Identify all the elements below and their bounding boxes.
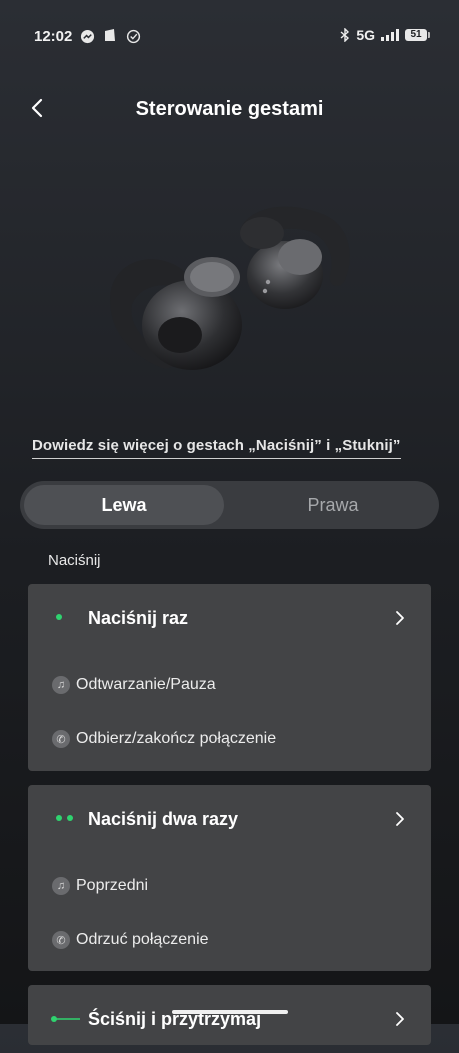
action-row: ♫ Odtwarzanie/Pauza [52, 676, 216, 694]
press-count-indicator [56, 815, 73, 821]
action-row: ♫ Poprzedni [52, 877, 148, 895]
action-label: Odbierz/zakończ połączenie [76, 730, 277, 747]
action-label: Odtwarzanie/Pauza [76, 676, 216, 693]
chevron-right-icon [396, 611, 404, 625]
gesture-card-double-press: Naciśnij dwa razy ♫ Poprzedni ✆ Odrzuć p… [28, 785, 431, 971]
earbuds-image [110, 206, 350, 370]
messenger-icon [80, 29, 95, 44]
section-label: Naciśnij [48, 552, 101, 569]
gesture-card-header[interactable]: Naciśnij dwa razy [28, 785, 431, 853]
gesture-card-squeeze-hold: Ściśnij i przytrzymaj [28, 985, 431, 1045]
hold-indicator [51, 1016, 80, 1022]
music-note-icon: ♫ [52, 676, 70, 694]
gesture-card-single-press: Naciśnij raz ♫ Odtwarzanie/Pauza ✆ Odbie… [28, 584, 431, 771]
gesture-title: Naciśnij dwa razy [88, 809, 239, 829]
action-label: Poprzedni [76, 877, 149, 894]
header: Sterowanie gestami [0, 90, 459, 130]
page-title: Sterowanie gestami [135, 98, 324, 120]
battery-icon: 51 [405, 29, 430, 41]
status-right: 5G 51 [340, 27, 430, 43]
bluetooth-icon [340, 28, 350, 42]
home-indicator[interactable] [172, 1010, 288, 1014]
phone-icon: ✆ [52, 931, 70, 949]
gesture-card-header[interactable]: Ściśnij i przytrzymaj [28, 985, 431, 1053]
tab-right[interactable]: Prawa [233, 485, 433, 525]
ear-tabs: Lewa Prawa [20, 481, 439, 529]
chevron-right-icon [396, 812, 404, 826]
gesture-title: Naciśnij raz [88, 608, 189, 628]
status-time: 12:02 [34, 28, 73, 45]
network-type: 5G [356, 27, 375, 43]
check-circle-icon [126, 29, 141, 44]
square-icon [105, 29, 115, 41]
press-count-indicator [56, 614, 62, 620]
signal-icon [381, 29, 399, 41]
action-label: Odrzuć połączenie [76, 931, 209, 948]
tab-left[interactable]: Lewa [24, 485, 224, 525]
action-row: ✆ Odbierz/zakończ połączenie [52, 730, 276, 748]
gesture-card-header[interactable]: Naciśnij raz [28, 584, 431, 652]
music-note-icon: ♫ [52, 877, 70, 895]
phone-icon: ✆ [52, 730, 70, 748]
action-row: ✆ Odrzuć połączenie [52, 931, 209, 949]
status-bar: 12:02 5G 51 [0, 0, 459, 70]
learn-more-link[interactable]: Dowiedz się więcej o gestach „Naciśnij” … [32, 437, 401, 459]
chevron-right-icon [396, 1012, 404, 1026]
